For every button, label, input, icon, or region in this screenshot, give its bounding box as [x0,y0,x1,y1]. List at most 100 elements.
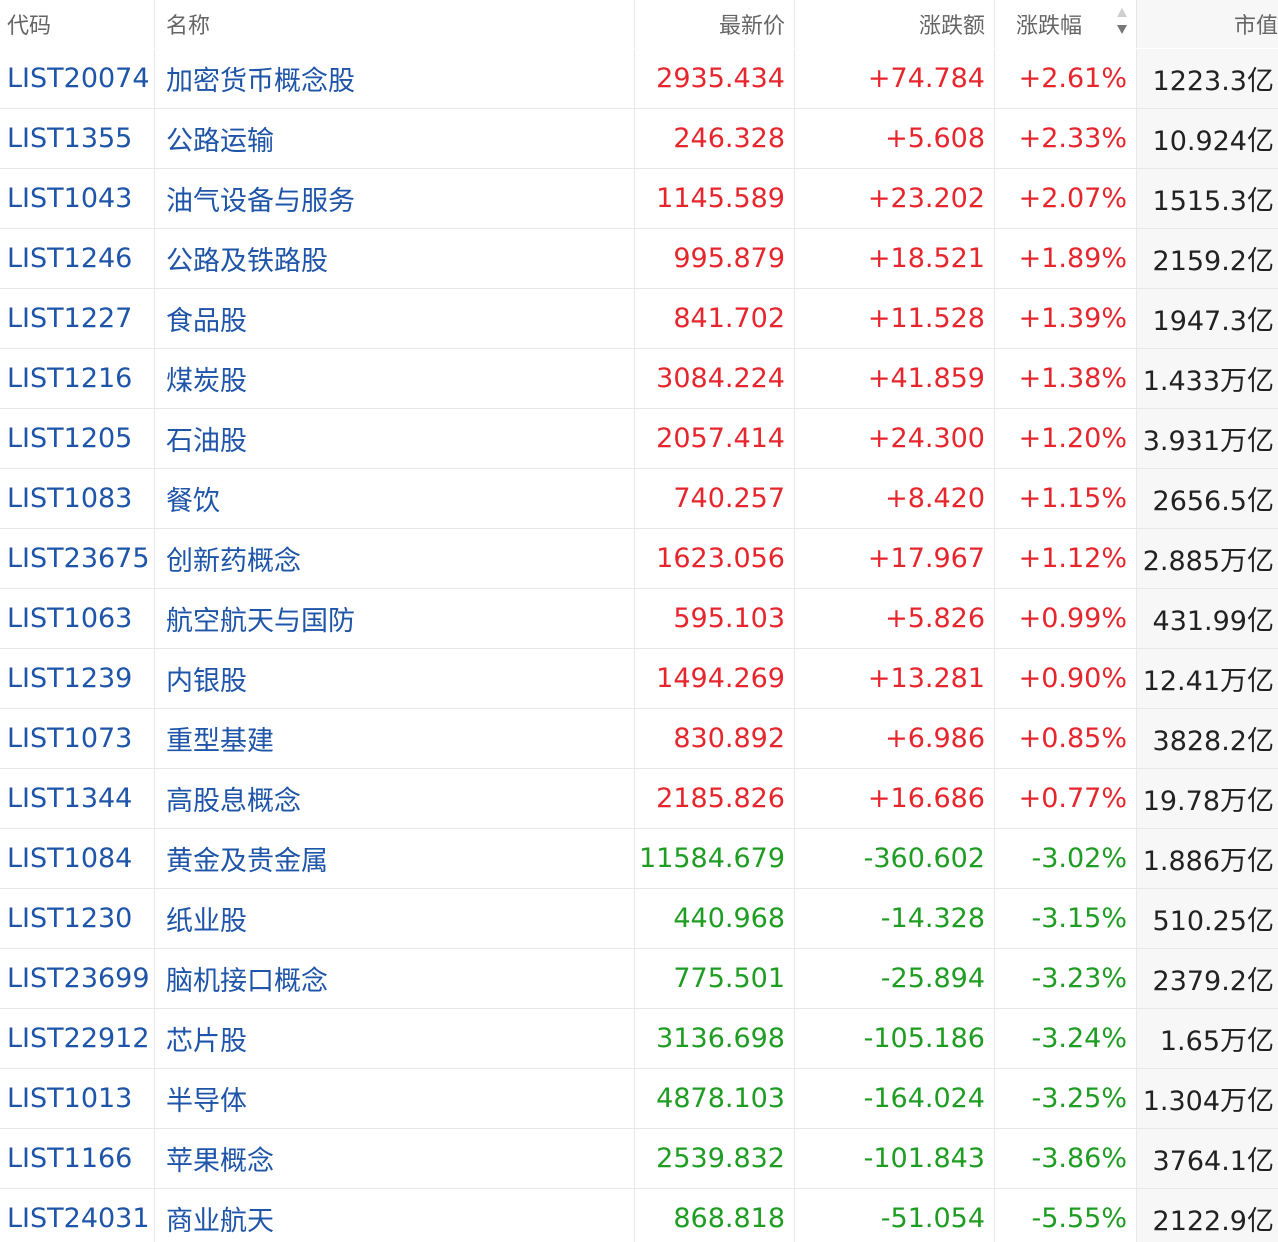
cell-price: 595.103 [635,589,795,649]
cell-change-percent: -3.25% [995,1069,1137,1129]
cell-price: 995.879 [635,229,795,289]
cell-name[interactable]: 石油股 [155,409,635,469]
cell-change-percent: +1.15% [995,469,1137,529]
cell-code[interactable]: LIST22912 [0,1009,155,1069]
cell-name[interactable]: 苹果概念 [155,1129,635,1189]
column-header-code[interactable]: 代码 [0,0,155,48]
cell-code[interactable]: LIST23675 [0,529,155,589]
table-row[interactable]: LIST22912 芯片股 3136.698 -105.186 -3.24% 1.65万亿 [0,1009,1278,1069]
cell-price: 2539.832 [635,1129,795,1189]
cell-name[interactable]: 芯片股 [155,1009,635,1069]
cell-market-cap: 1.65万亿 [1137,1009,1278,1069]
table-row[interactable]: LIST1344 高股息概念 2185.826 +16.686 +0.77% 19.78万… [0,769,1278,829]
cell-name[interactable]: 纸业股 [155,889,635,949]
cell-code[interactable]: LIST1227 [0,289,155,349]
cell-name[interactable]: 重型基建 [155,709,635,769]
cell-price: 4878.103 [635,1069,795,1129]
column-header-change-percent[interactable]: 涨跌幅 [995,0,1137,48]
cell-code[interactable]: LIST1239 [0,649,155,709]
table-row[interactable]: LIST23675 创新药概念 1623.056 +17.967 +1.12% 2.885… [0,529,1278,589]
cell-change: +74.784 [795,49,995,109]
table-row[interactable]: LIST1083 餐饮 740.257 +8.420 +1.15% 2656.5亿 [0,469,1278,529]
cell-code[interactable]: LIST1205 [0,409,155,469]
cell-change-percent: +0.99% [995,589,1137,649]
cell-change-percent: +0.85% [995,709,1137,769]
table-row[interactable]: LIST1205 石油股 2057.414 +24.300 +1.20% 3.931万亿 [0,409,1278,469]
cell-name[interactable]: 航空航天与国防 [155,589,635,649]
cell-name[interactable]: 加密货币概念股 [155,49,635,109]
cell-code[interactable]: LIST1344 [0,769,155,829]
cell-change: +13.281 [795,649,995,709]
table-row[interactable]: LIST1355 公路运输 246.328 +5.608 +2.33% 10.924亿 [0,109,1278,169]
cell-name[interactable]: 公路运输 [155,109,635,169]
cell-code[interactable]: LIST20074 [0,49,155,109]
cell-change-percent: +1.39% [995,289,1137,349]
cell-market-cap: 1515.3亿 [1137,169,1278,229]
cell-market-cap: 2656.5亿 [1137,469,1278,529]
column-header-change[interactable]: 涨跌额 [795,0,995,48]
table-row[interactable]: LIST1216 煤炭股 3084.224 +41.859 +1.38% 1.433万亿 [0,349,1278,409]
cell-market-cap: 19.78万亿 [1137,769,1278,829]
table-row[interactable]: LIST1084 黄金及贵金属 11584.679 -360.602 -3.02% 1.8… [0,829,1278,889]
sector-quote-table: 代码 名称 最新价 涨跌额 涨跌幅 市值 LIST20074 加密货币概念股 293… [0,0,1278,1242]
table-row[interactable]: LIST23699 脑机接口概念 775.501 -25.894 -3.23% 2379.… [0,949,1278,1009]
cell-change: -105.186 [795,1009,995,1069]
sort-desc-icon[interactable] [1116,8,1128,36]
cell-change-percent: -3.15% [995,889,1137,949]
cell-name[interactable]: 商业航天 [155,1189,635,1242]
cell-name[interactable]: 公路及铁路股 [155,229,635,289]
cell-market-cap: 2122.9亿 [1137,1189,1278,1242]
cell-change: -25.894 [795,949,995,1009]
cell-code[interactable]: LIST1083 [0,469,155,529]
table-row[interactable]: LIST1246 公路及铁路股 995.879 +18.521 +1.89% 2159.2… [0,229,1278,289]
cell-code[interactable]: LIST1355 [0,109,155,169]
cell-name[interactable]: 黄金及贵金属 [155,829,635,889]
table-row[interactable]: LIST1239 内银股 1494.269 +13.281 +0.90% 12.41万亿 [0,649,1278,709]
cell-code[interactable]: LIST1166 [0,1129,155,1189]
table-row[interactable]: LIST1166 苹果概念 2539.832 -101.843 -3.86% 3764.1… [0,1129,1278,1189]
cell-price: 1494.269 [635,649,795,709]
table-row[interactable]: LIST24031 商业航天 868.818 -51.054 -5.55% 2122.9亿 [0,1189,1278,1242]
cell-price: 3136.698 [635,1009,795,1069]
cell-change: +11.528 [795,289,995,349]
cell-code[interactable]: LIST24031 [0,1189,155,1242]
cell-change: +16.686 [795,769,995,829]
cell-name[interactable]: 创新药概念 [155,529,635,589]
cell-name[interactable]: 食品股 [155,289,635,349]
column-header-market-cap[interactable]: 市值 [1137,0,1278,48]
table-row[interactable]: LIST20074 加密货币概念股 2935.434 +74.784 +2.61% 122… [0,49,1278,109]
cell-change: +17.967 [795,529,995,589]
column-header-price[interactable]: 最新价 [635,0,795,48]
cell-change-percent: +1.20% [995,409,1137,469]
cell-name[interactable]: 餐饮 [155,469,635,529]
cell-market-cap: 1.886万亿 [1137,829,1278,889]
table-row[interactable]: LIST1063 航空航天与国防 595.103 +5.826 +0.99% 431.99… [0,589,1278,649]
cell-market-cap: 1.304万亿 [1137,1069,1278,1129]
cell-name[interactable]: 内银股 [155,649,635,709]
cell-code[interactable]: LIST1246 [0,229,155,289]
cell-code[interactable]: LIST1043 [0,169,155,229]
cell-price: 2935.434 [635,49,795,109]
cell-name[interactable]: 脑机接口概念 [155,949,635,1009]
cell-code[interactable]: LIST23699 [0,949,155,1009]
table-row[interactable]: LIST1227 食品股 841.702 +11.528 +1.39% 1947.3亿 [0,289,1278,349]
cell-code[interactable]: LIST1063 [0,589,155,649]
column-header-name[interactable]: 名称 [155,0,635,48]
cell-change: -360.602 [795,829,995,889]
cell-name[interactable]: 高股息概念 [155,769,635,829]
cell-change-percent: +2.07% [995,169,1137,229]
cell-code[interactable]: LIST1073 [0,709,155,769]
cell-name[interactable]: 半导体 [155,1069,635,1129]
table-row[interactable]: LIST1230 纸业股 440.968 -14.328 -3.15% 510.25亿 [0,889,1278,949]
cell-code[interactable]: LIST1230 [0,889,155,949]
cell-code[interactable]: LIST1216 [0,349,155,409]
cell-name[interactable]: 油气设备与服务 [155,169,635,229]
cell-change-percent: -5.55% [995,1189,1137,1242]
cell-code[interactable]: LIST1013 [0,1069,155,1129]
table-row[interactable]: LIST1043 油气设备与服务 1145.589 +23.202 +2.07% 1515… [0,169,1278,229]
cell-code[interactable]: LIST1084 [0,829,155,889]
table-row[interactable]: LIST1013 半导体 4878.103 -164.024 -3.25% 1.304万亿 [0,1069,1278,1129]
table-row[interactable]: LIST1073 重型基建 830.892 +6.986 +0.85% 3828.2亿 [0,709,1278,769]
cell-price: 1145.589 [635,169,795,229]
cell-name[interactable]: 煤炭股 [155,349,635,409]
